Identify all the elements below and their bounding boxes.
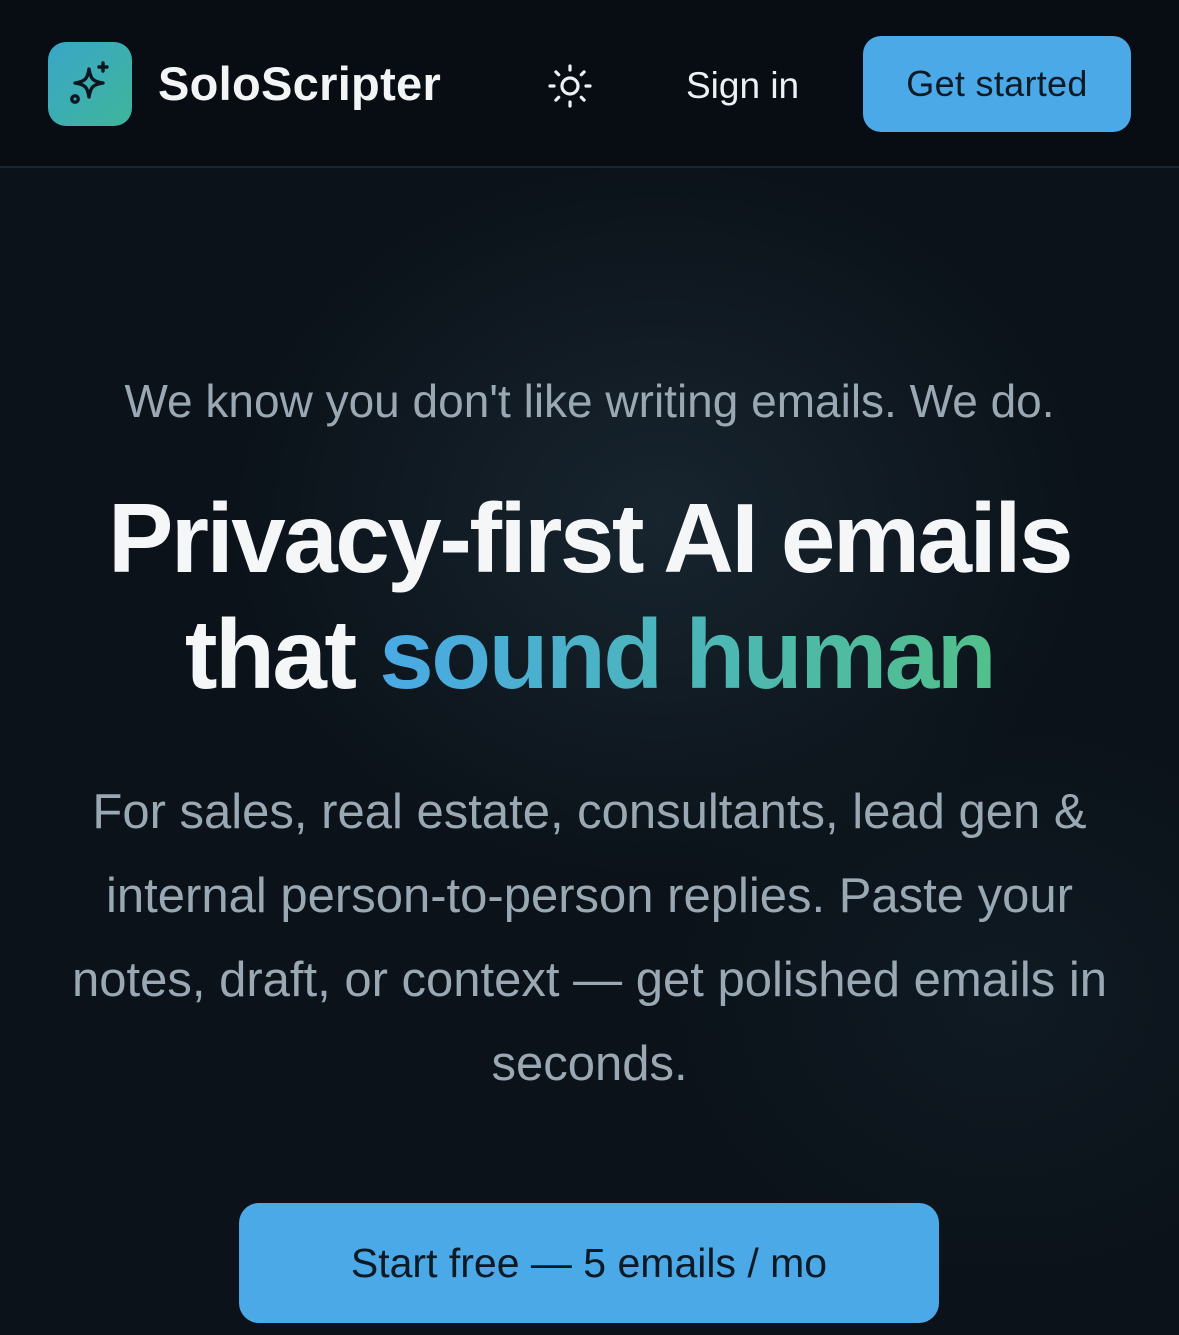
sparkles-icon [70, 61, 109, 104]
hero-tagline: We know you don't like writing emails. W… [124, 375, 1055, 427]
start-free-button[interactable]: Start free — 5 emails / mo [239, 1203, 939, 1323]
hero-description: For sales, real estate, consultants, lea… [72, 785, 1107, 1091]
sign-in-link[interactable]: Sign in [686, 64, 799, 108]
landing-page: SoloScripter Sign in Get started We know… [0, 0, 1179, 1335]
headline-highlight: sound human [379, 599, 996, 709]
theme-toggle-button[interactable] [544, 60, 596, 112]
get-started-button[interactable]: Get started [863, 36, 1131, 132]
hero-headline: Privacy-first AI emails that sound human [0, 480, 1179, 712]
sun-icon [548, 64, 592, 108]
headline-line-1: Privacy-first AI emails [108, 483, 1073, 593]
logo[interactable] [48, 42, 132, 126]
top-nav: SoloScripter Sign in Get started [0, 0, 1179, 168]
brand-name[interactable]: SoloScripter [158, 58, 441, 110]
headline-line-2-plain: that [184, 599, 357, 709]
